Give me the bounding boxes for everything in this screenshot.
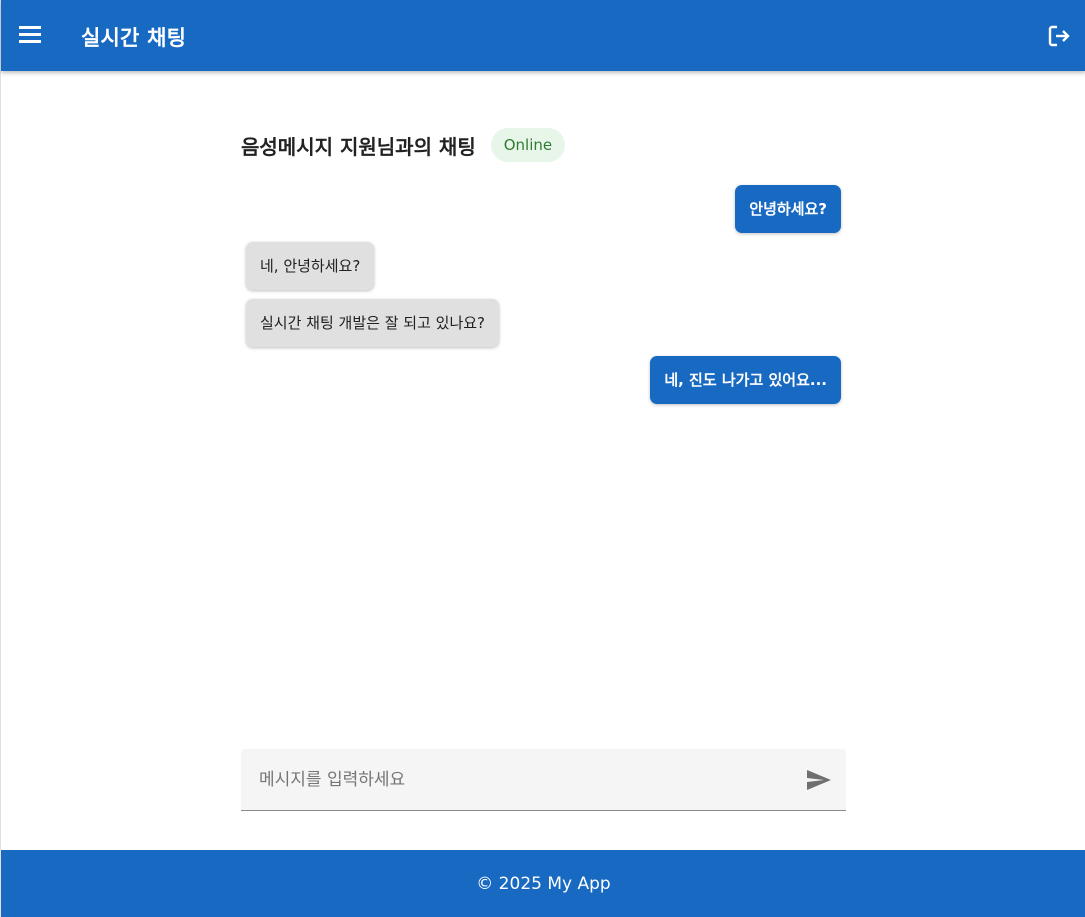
logout-icon[interactable] — [1047, 24, 1071, 48]
message-list: 안녕하세요? 네, 안녕하세요? 실시간 채팅 개발은 잘 되고 있나요? 네,… — [241, 185, 846, 725]
message-bubble-received: 네, 안녕하세요? — [246, 242, 375, 290]
message-input[interactable] — [241, 749, 791, 810]
message-bubble-sent: 네, 진도 나가고 있어요... — [650, 356, 841, 404]
message-composer — [241, 749, 846, 811]
footer-copyright: © 2025 My App — [476, 873, 611, 894]
footer: © 2025 My App — [1, 850, 1085, 917]
app-bar: 실시간 채팅 — [1, 0, 1085, 71]
chat-partner-title: 음성메시지 지원님과의 채팅 — [241, 134, 476, 159]
chat-page: 실시간 채팅 음성메시지 지원님과의 채팅 Online 안녕하세요? 네, 안… — [0, 0, 1085, 917]
chat-header: 음성메시지 지원님과의 채팅 Online — [241, 128, 566, 162]
send-icon[interactable] — [806, 768, 832, 792]
menu-icon[interactable] — [19, 26, 41, 44]
message-bubble-sent: 안녕하세요? — [735, 185, 841, 233]
app-title: 실시간 채팅 — [81, 26, 187, 50]
status-badge: Online — [490, 128, 566, 162]
message-bubble-received: 실시간 채팅 개발은 잘 되고 있나요? — [246, 299, 500, 347]
